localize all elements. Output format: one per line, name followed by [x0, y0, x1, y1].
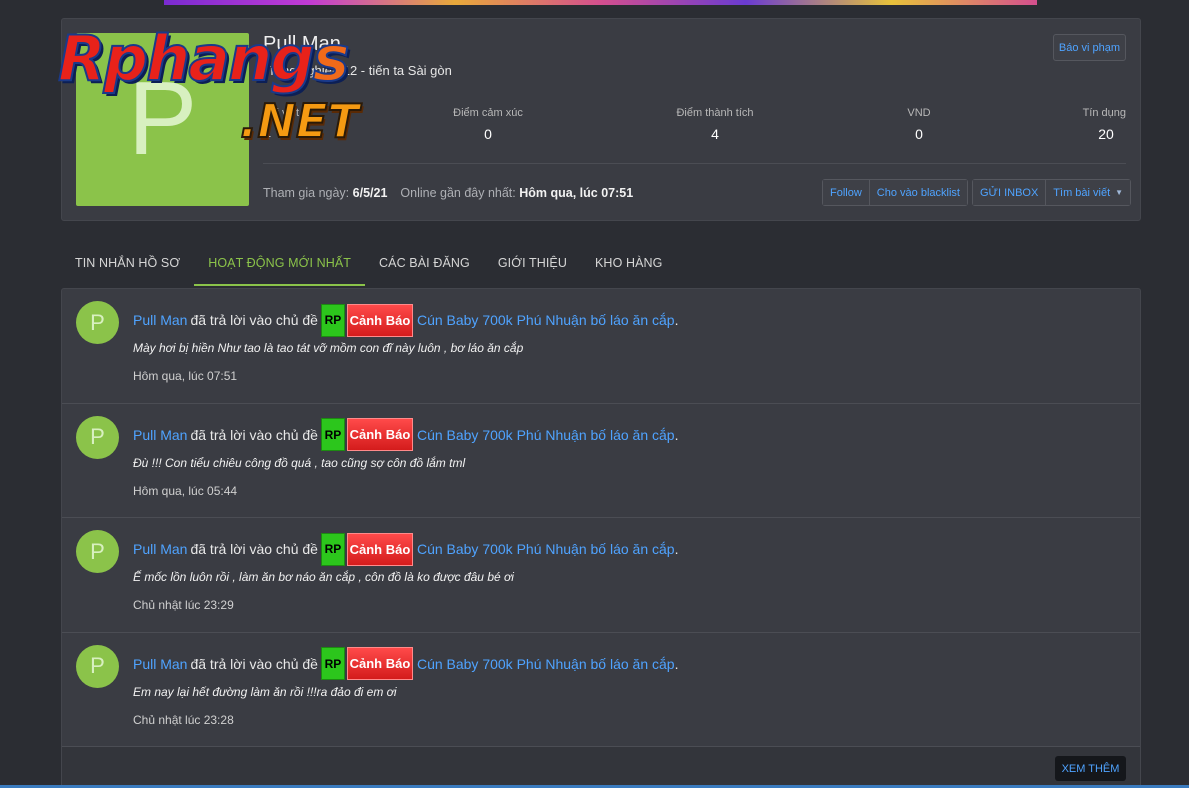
profile-tabs: TIN NHẮN HỒ SƠ HOẠT ĐỘNG MỚI NHẤT CÁC BÀ… — [61, 240, 676, 286]
stat-value: 4 — [711, 126, 719, 142]
avatar[interactable]: P — [76, 530, 119, 573]
prefix-warning-badge[interactable]: Cảnh Báo — [346, 418, 413, 451]
user-title: Trùng nghiên 12 - tiến ta Sài gòn — [263, 63, 452, 78]
find-posts-button[interactable]: Tìm bài viết ▼ — [1045, 180, 1131, 205]
avatar[interactable]: P — [76, 33, 249, 206]
blacklist-button[interactable]: Cho vào blacklist — [868, 180, 967, 205]
tab-inventory[interactable]: KHO HÀNG — [581, 240, 676, 286]
list-item: P Pull Man đã trả lời vào chủ đề RP Cảnh… — [62, 518, 1140, 633]
prefix-rp-badge[interactable]: RP — [320, 647, 345, 680]
profile-page: P Pull Man Trùng nghiên 12 - tiến ta Sài… — [0, 0, 1189, 788]
chevron-down-icon: ▼ — [1115, 188, 1124, 197]
join-date: 6/5/21 — [352, 186, 388, 200]
action-text: đã trả lời vào chủ đề — [190, 426, 318, 443]
avatar[interactable]: P — [76, 644, 119, 688]
activity-headline: Pull Man đã trả lời vào chủ đề RP Cảnh B… — [133, 647, 678, 681]
timestamp[interactable]: Hôm qua, lúc 05:44 — [133, 484, 237, 498]
tab-postings[interactable]: CÁC BÀI ĐĂNG — [365, 240, 484, 286]
prefix-rp-badge[interactable]: RP — [320, 532, 345, 566]
join-info: Tham gia ngày: 6/5/21 Online gần đây nhấ… — [263, 186, 633, 200]
tab-profile-posts[interactable]: TIN NHẮN HỒ SƠ — [61, 240, 194, 286]
period: . — [674, 655, 679, 672]
report-button[interactable]: Báo vi phạm — [1053, 34, 1126, 61]
thread-link[interactable]: Cún Baby 700k Phú Nhuận bố láo ăn cắp — [417, 541, 675, 557]
stat-label: Tín dụng — [1082, 107, 1126, 119]
user-link[interactable]: Pull Man — [133, 541, 187, 557]
join-label: Tham gia ngày: — [263, 186, 350, 200]
prefix-rp-badge[interactable]: RP — [320, 418, 345, 451]
stat-label: Điểm thành tích — [676, 107, 754, 119]
online-label: Online gần đây nhất: — [400, 186, 516, 200]
stat-value: 0 — [915, 126, 923, 142]
activity-footer: XEM THÊM — [62, 747, 1140, 788]
user-link[interactable]: Pull Man — [133, 312, 187, 328]
period: . — [674, 541, 679, 557]
prefix-warning-badge[interactable]: Cảnh Báo — [346, 532, 413, 566]
last-online: Hôm qua, lúc 07:51 — [519, 186, 634, 200]
activity-headline: Pull Man đã trả lời vào chủ đề RP Cảnh B… — [133, 418, 678, 452]
stat-label: Điểm cảm xúc — [453, 107, 523, 119]
see-more-button[interactable]: XEM THÊM — [1055, 756, 1126, 781]
action-text: đã trả lời vào chủ đề — [190, 541, 318, 557]
post-snippet: Ế mốc lồn luôn rồi , làm ăn bơ náo ăn cắ… — [133, 570, 514, 584]
thread-link[interactable]: Cún Baby 700k Phú Nhuận bố láo ăn cắp — [417, 656, 675, 672]
stat-value: 0 — [484, 126, 492, 142]
period: . — [674, 312, 679, 328]
thread-link[interactable]: Cún Baby 700k Phú Nhuận bố láo ăn cắp — [417, 312, 675, 328]
action-text: đã trả lời vào chủ đề — [190, 312, 318, 328]
prefix-rp-badge[interactable]: RP — [320, 303, 345, 337]
avatar[interactable]: P — [76, 301, 119, 344]
activity-list: P Pull Man đã trả lời vào chủ đề RP Cảnh… — [61, 288, 1141, 788]
follow-button[interactable]: Follow — [823, 180, 869, 205]
activity-headline: Pull Man đã trả lời vào chủ đề RP Cảnh B… — [133, 532, 678, 566]
stat-posts[interactable]: Bài viết 4 — [263, 107, 299, 142]
prefix-warning-badge[interactable]: Cảnh Báo — [346, 303, 413, 337]
stat-value: 4 — [263, 126, 271, 142]
stat-label: VND — [907, 107, 931, 119]
inbox-button[interactable]: GỬI INBOX — [973, 180, 1046, 205]
tab-latest-activity[interactable]: HOẠT ĐỘNG MỚI NHẤT — [194, 240, 365, 286]
top-banner[interactable] — [164, 0, 1037, 5]
username[interactable]: Pull Man — [263, 33, 341, 56]
action-text: đã trả lời vào chủ đề — [190, 655, 318, 672]
follow-group: Follow Cho vào blacklist — [822, 179, 968, 206]
post-snippet: Đù !!! Con tiểu chiêu công đồ quá , tao … — [133, 455, 466, 470]
prefix-warning-badge[interactable]: Cảnh Báo — [346, 647, 413, 680]
user-link[interactable]: Pull Man — [133, 656, 187, 672]
timestamp[interactable]: Chủ nhật lúc 23:28 — [133, 713, 234, 727]
stat-vnd: VND 0 — [899, 107, 939, 142]
post-snippet: Mày hơi bị hiền Như tao là tao tát vỡ mồ… — [133, 341, 524, 355]
tab-about[interactable]: GIỚI THIỆU — [484, 240, 581, 286]
find-posts-label: Tìm bài viết — [1053, 186, 1111, 199]
timestamp[interactable]: Hôm qua, lúc 07:51 — [133, 369, 237, 383]
profile-card: P Pull Man Trùng nghiên 12 - tiến ta Sài… — [61, 18, 1141, 221]
stat-label: Bài viết — [263, 107, 300, 119]
activity-headline: Pull Man đã trả lời vào chủ đề RP Cảnh B… — [133, 303, 678, 337]
user-link[interactable]: Pull Man — [133, 427, 187, 443]
period: . — [674, 426, 679, 443]
list-item: P Pull Man đã trả lời vào chủ đề RP Cảnh… — [62, 289, 1140, 404]
post-snippet: Em nay lại hết đường làm ăn rồi !!!ra đả… — [133, 684, 397, 699]
list-item: P Pull Man đã trả lời vào chủ đề RP Cảnh… — [62, 404, 1140, 518]
stat-value: 20 — [1098, 126, 1114, 142]
list-item: P Pull Man đã trả lời vào chủ đề RP Cảnh… — [62, 633, 1140, 747]
thread-link[interactable]: Cún Baby 700k Phú Nhuận bố láo ăn cắp — [417, 427, 675, 443]
stat-credit: Tín dụng 20 — [1066, 107, 1126, 142]
stats-row: Bài viết 4 Điểm cảm xúc 0 Điểm thành tíc… — [263, 107, 1126, 145]
message-group: GỬI INBOX Tìm bài viết ▼ — [972, 179, 1132, 206]
avatar[interactable]: P — [76, 415, 119, 459]
stat-reactions[interactable]: Điểm cảm xúc 0 — [453, 107, 523, 142]
timestamp[interactable]: Chủ nhật lúc 23:29 — [133, 598, 234, 612]
stat-trophy-points[interactable]: Điểm thành tích 4 — [675, 107, 755, 142]
divider — [263, 163, 1126, 164]
